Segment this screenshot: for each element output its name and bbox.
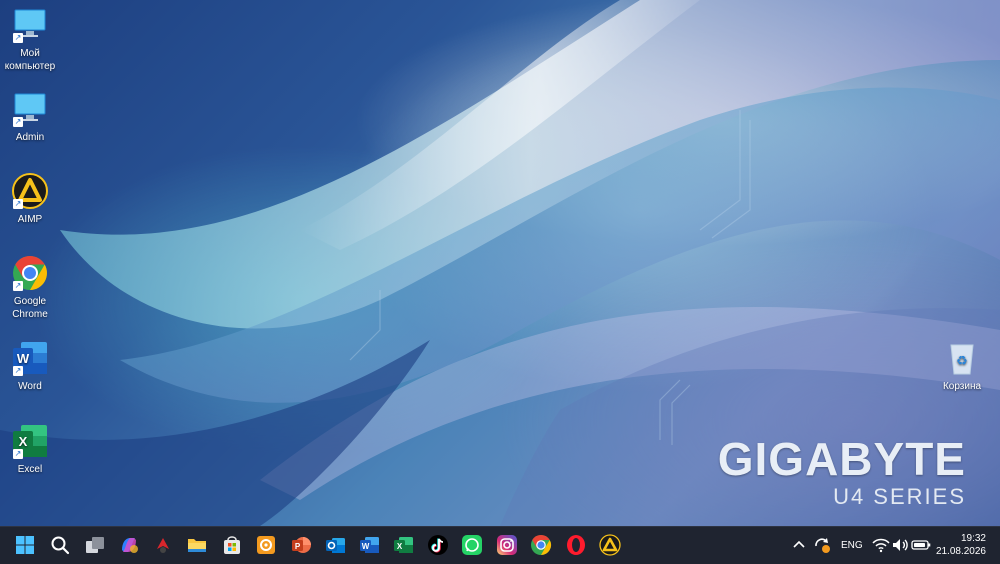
- update-icon[interactable]: [811, 534, 833, 556]
- chrome-icon: ↗: [11, 254, 49, 292]
- desktop-icon-label: Корзина: [942, 381, 982, 392]
- opera-icon[interactable]: [565, 534, 587, 556]
- computer-icon: ↗: [11, 90, 49, 128]
- battery-icon[interactable]: [910, 534, 932, 556]
- word-icon: W ↗: [11, 339, 49, 377]
- shortcut-arrow-icon: ↗: [13, 281, 23, 291]
- file-explorer-icon[interactable]: [186, 534, 208, 556]
- excel-icon: X ↗: [11, 422, 49, 460]
- desktop-icon-excel[interactable]: X ↗ Excel: [0, 422, 60, 476]
- desktop-icon-label: Admin: [15, 132, 45, 143]
- desktop-icon-google-chrome[interactable]: ↗ Google Chrome: [0, 254, 60, 321]
- whatsapp-icon[interactable]: [461, 534, 483, 556]
- instagram-icon[interactable]: [496, 534, 518, 556]
- shortcut-arrow-icon: ↗: [13, 366, 23, 376]
- powerpoint-icon[interactable]: P: [290, 534, 312, 556]
- desktop-icon-admin[interactable]: ↗ Admin: [0, 90, 60, 144]
- chevron-up-icon[interactable]: [788, 534, 810, 556]
- desktop-icon-label: Google: [13, 296, 47, 307]
- desktop-icon-label: AIMP: [17, 214, 43, 225]
- desktop-icon-my-computer[interactable]: ↗ Мой компьютер: [0, 6, 60, 73]
- taskbar: P W X ENG 19:32 21.08.2026: [0, 526, 1000, 564]
- desktop-icon-label: Мой: [20, 48, 40, 59]
- recycle-bin-icon: ♻: [943, 339, 981, 377]
- shortcut-arrow-icon: ↗: [13, 117, 23, 127]
- desktop-icon-aimp[interactable]: ↗ AIMP: [0, 172, 60, 226]
- microsoft-store-icon[interactable]: [221, 534, 243, 556]
- wallpaper-brand: GIGABYTE U4 SERIES: [718, 434, 966, 510]
- desktop-icon-label: Excel: [17, 464, 43, 475]
- aimp-icon[interactable]: [599, 534, 621, 556]
- shortcut-arrow-icon: ↗: [13, 449, 23, 459]
- system-clock[interactable]: 19:32 21.08.2026: [936, 532, 986, 558]
- computer-icon: ↗: [11, 6, 49, 44]
- copilot-icon[interactable]: [118, 534, 140, 556]
- svg-text:W: W: [17, 351, 30, 366]
- brand-name: GIGABYTE: [717, 433, 966, 485]
- task-view-icon[interactable]: [84, 534, 106, 556]
- clock-time: 19:32: [960, 533, 986, 544]
- svg-text:♻: ♻: [956, 354, 968, 369]
- shortcut-arrow-icon: ↗: [13, 199, 23, 209]
- chrome-icon[interactable]: [530, 534, 552, 556]
- shortcut-arrow-icon: ↗: [13, 33, 23, 43]
- desktop-icon-word[interactable]: W ↗ Word: [0, 339, 60, 393]
- start-icon[interactable]: [14, 534, 36, 556]
- clock-date: 21.08.2026: [935, 546, 986, 557]
- search-icon[interactable]: [49, 534, 71, 556]
- desktop-icon-recycle-bin[interactable]: ♻ Корзина: [932, 339, 992, 393]
- svg-text:X: X: [19, 434, 28, 449]
- brand-series: U4 SERIES: [833, 484, 966, 509]
- aimp-icon: ↗: [11, 172, 49, 210]
- photos-icon[interactable]: [255, 534, 277, 556]
- outlook-icon[interactable]: [324, 534, 346, 556]
- desktop-icon-label: компьютер: [4, 61, 56, 72]
- svg-text:X: X: [397, 542, 403, 551]
- svg-text:W: W: [362, 542, 370, 551]
- svg-text:P: P: [295, 542, 301, 551]
- word-icon[interactable]: W: [358, 534, 380, 556]
- excel-icon[interactable]: X: [392, 534, 414, 556]
- volume-icon[interactable]: [889, 534, 911, 556]
- language-indicator[interactable]: ENG: [841, 527, 863, 564]
- language-label: ENG: [841, 540, 863, 551]
- tiktok-icon[interactable]: [427, 534, 449, 556]
- game-icon[interactable]: [152, 534, 174, 556]
- desktop-icon-label: Chrome: [12, 309, 48, 320]
- desktop-icon-label: Word: [18, 381, 42, 392]
